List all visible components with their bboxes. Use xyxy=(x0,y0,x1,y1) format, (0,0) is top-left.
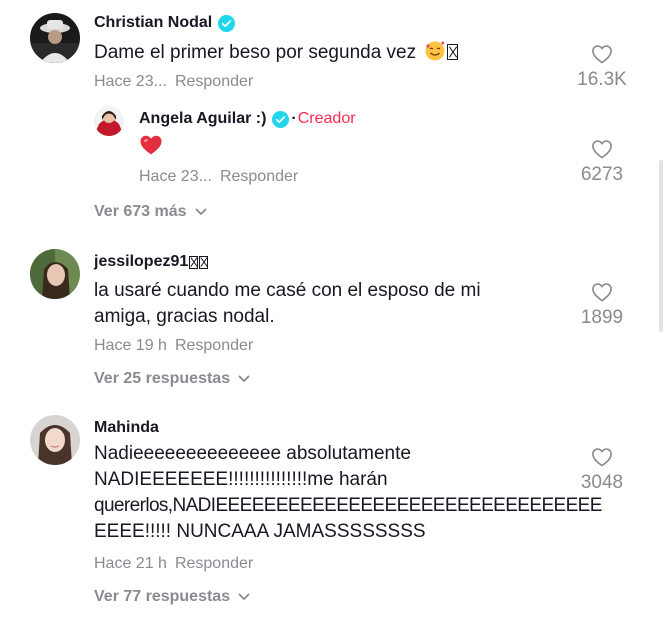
missing-glyph-box xyxy=(189,255,199,269)
avatar-image xyxy=(30,249,80,299)
reply-button[interactable]: Responder xyxy=(220,168,298,185)
chevron-down-icon xyxy=(238,593,250,600)
avatar[interactable] xyxy=(30,13,80,63)
heart-outline-icon[interactable] xyxy=(591,139,613,159)
comment-author[interactable]: Christian Nodal xyxy=(94,14,236,32)
avatar[interactable] xyxy=(30,249,80,299)
comment-meta: Hace 19 h Responder xyxy=(94,337,253,355)
heart-outline-icon[interactable] xyxy=(591,282,613,302)
verified-badge-icon xyxy=(218,14,236,32)
view-more-replies-button[interactable]: Ver 673 más xyxy=(94,203,207,221)
view-replies-button[interactable]: Ver 77 respuestas xyxy=(94,588,250,606)
separator-dot: · xyxy=(291,110,297,127)
like-control: 1899 xyxy=(572,282,632,329)
comment-time: Hace 23... xyxy=(94,73,167,90)
reply-button[interactable]: Responder xyxy=(175,555,253,572)
creator-badge: Creador xyxy=(297,110,356,127)
chevron-down-icon xyxy=(195,208,206,215)
smiling-face-with-hearts-emoji xyxy=(425,41,445,61)
like-count: 6273 xyxy=(580,164,624,185)
comment-meta: Hace 21 h Responder xyxy=(94,555,253,573)
avatar[interactable] xyxy=(30,415,80,465)
reply-time: Hace 23... xyxy=(139,168,212,185)
reply-meta: Hace 23... Responder xyxy=(139,168,298,186)
like-control: 6273 xyxy=(572,139,632,186)
avatar-image xyxy=(30,13,80,63)
comment-author[interactable]: jessilopez91 xyxy=(94,253,209,271)
comment-meta: Hace 23... Responder xyxy=(94,73,253,91)
reply-button[interactable]: Responder xyxy=(175,337,253,354)
comment-text: Dame el primer beso por segunda vez xyxy=(94,40,459,66)
missing-glyph-box xyxy=(447,44,459,60)
comment-text: Nadieeeeeeeeeeeeee absolutamente NADIEEE… xyxy=(94,443,602,542)
comment-author[interactable]: Mahinda xyxy=(94,419,159,437)
heart-outline-icon[interactable] xyxy=(591,447,613,467)
reply-author[interactable]: Angela Aguilar :) · Creador xyxy=(139,110,356,128)
like-count: 1899 xyxy=(580,307,624,328)
reply-avatar[interactable] xyxy=(94,106,124,136)
red-heart-emoji xyxy=(140,135,162,155)
reply-button[interactable]: Responder xyxy=(175,73,253,90)
heart-outline-icon[interactable] xyxy=(591,44,613,64)
like-control: 3048 xyxy=(572,447,632,494)
comment-time: Hace 21 h xyxy=(94,555,167,572)
avatar-image xyxy=(94,106,124,136)
like-control: 16.3K xyxy=(572,44,632,91)
verified-badge-icon xyxy=(272,110,290,128)
like-count: 16.3K xyxy=(577,69,627,90)
comment-time: Hace 19 h xyxy=(94,337,167,354)
reply-text xyxy=(139,134,163,164)
comment-text: la usaré cuando me casé con el esposo de… xyxy=(94,280,481,327)
scrollbar[interactable] xyxy=(659,160,663,332)
missing-glyph-box xyxy=(199,255,209,269)
avatar-image xyxy=(30,415,80,465)
view-replies-button[interactable]: Ver 25 respuestas xyxy=(94,370,250,388)
like-count: 3048 xyxy=(580,472,624,493)
chevron-down-icon xyxy=(238,375,250,382)
